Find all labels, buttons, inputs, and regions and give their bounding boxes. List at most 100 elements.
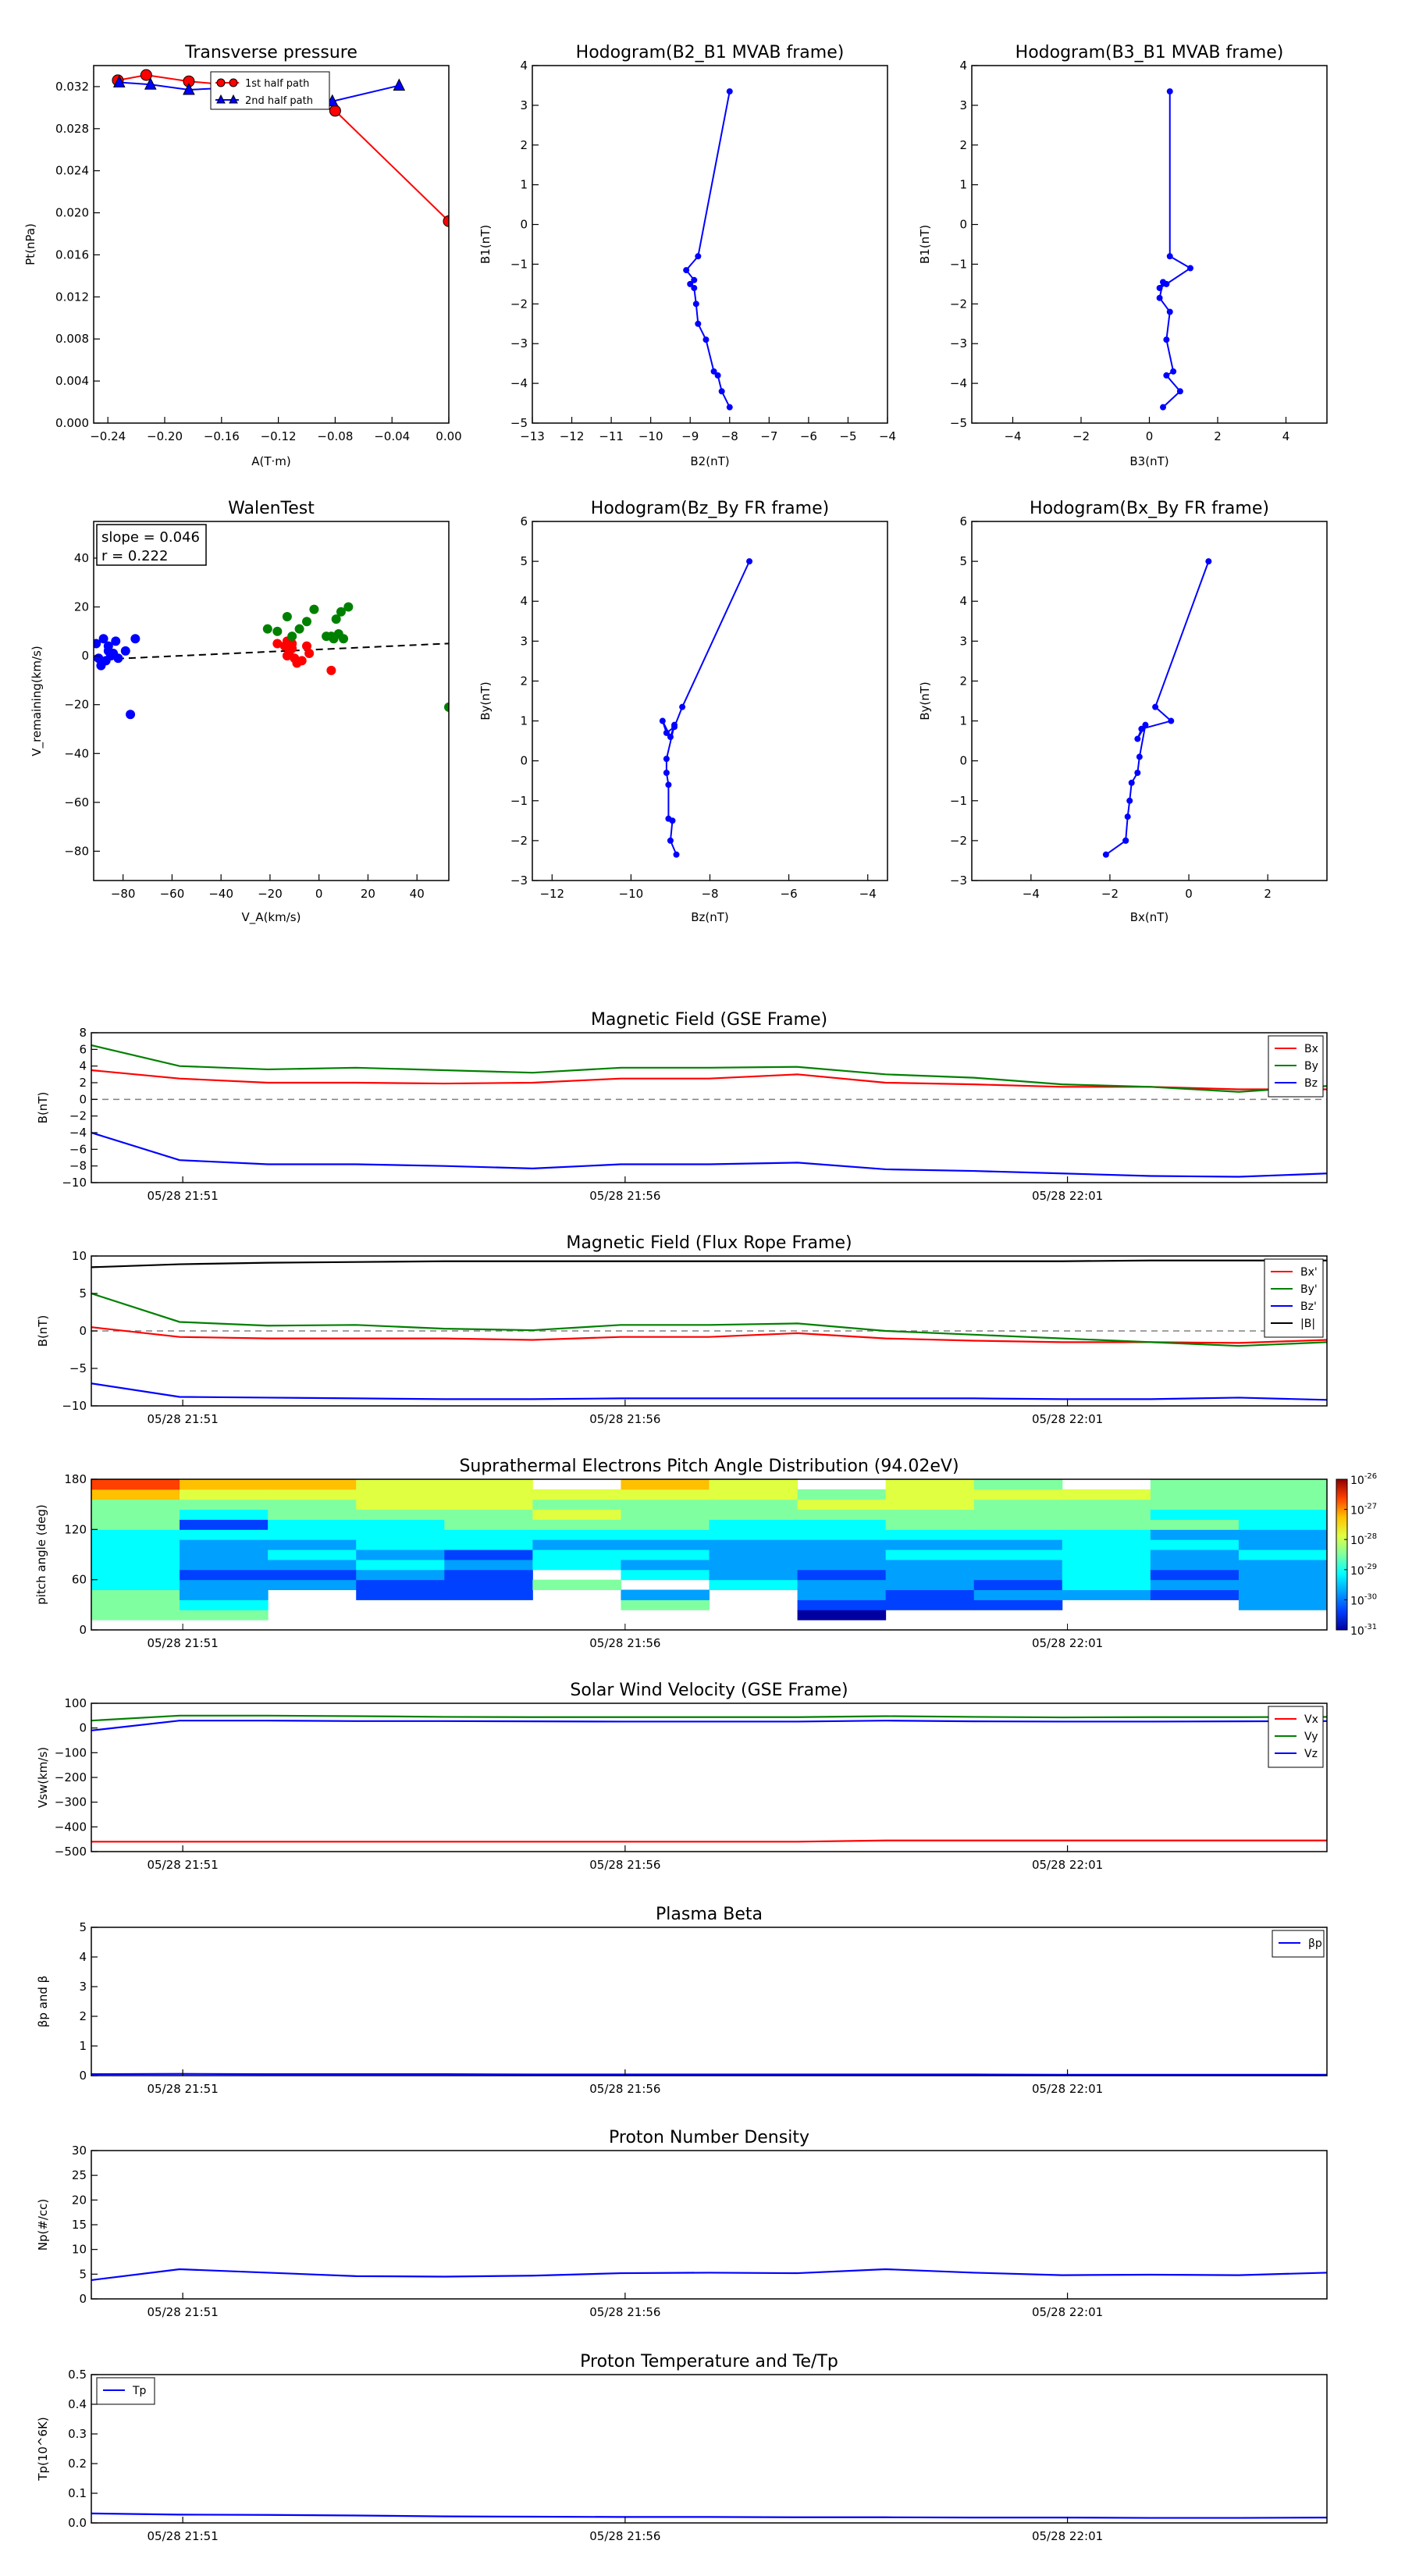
hodogram-b3-b1-xlabel: B3(nT)	[1129, 454, 1168, 468]
pitch-angle-distribution-cell	[444, 1489, 533, 1500]
pitch-angle-distribution-cell	[1062, 1519, 1151, 1530]
proton-temperature-xtick-label: 05/28 22:01	[1032, 2529, 1103, 2543]
magnetic-field-gse-xtick-label: 05/28 21:56	[589, 1189, 660, 1203]
magnetic-field-fr-legend-label: Bx'	[1300, 1266, 1318, 1279]
pitch-angle-distribution-cell	[797, 1509, 887, 1520]
proton-number-density-ytick-label: 20	[72, 2193, 87, 2207]
walen-test-point	[326, 632, 336, 642]
pitch-angle-distribution-cell	[709, 1529, 799, 1540]
pitch-angle-distribution-cell	[268, 1509, 357, 1520]
hodogram-b2-b1-point	[683, 267, 690, 274]
magnetic-field-gse-xtick-label: 05/28 21:51	[148, 1189, 219, 1203]
hodogram-bz-by-xtick-label: −8	[701, 887, 718, 901]
pitch-angle-distribution-cell	[91, 1550, 180, 1560]
pitch-angle-distribution-cell	[444, 1539, 533, 1550]
colorbar-base: 10	[1350, 1565, 1364, 1578]
hodogram-b2-b1-ytick-label: −1	[510, 257, 528, 271]
pitch-angle-distribution-cell	[91, 1479, 180, 1490]
pitch-angle-distribution-cell	[444, 1479, 533, 1490]
hodogram-bx-by-ytick-label: 0	[959, 754, 967, 768]
walen-test-xtick-label: −40	[208, 887, 233, 901]
walen-test-point	[326, 665, 336, 675]
hodogram-b3-b1-xtick-label: 0	[1146, 429, 1154, 443]
hodogram-b3-b1-point	[1163, 372, 1170, 379]
hodogram-bx-by-ytick-label: 2	[959, 674, 967, 688]
magnetic-field-gse-ylabel: B(nT)	[36, 1092, 50, 1124]
hodogram-bz-by-plot-area	[659, 558, 753, 858]
proton-temperature-plot-area	[91, 2512, 1327, 2519]
pitch-angle-distribution-cell	[532, 1509, 621, 1520]
magnetic-field-fr-ytick-label: 0	[79, 1324, 87, 1338]
pitch-angle-distribution-cell	[709, 1489, 799, 1500]
hodogram-b3-b1-ytick-label: 2	[959, 138, 967, 152]
hodogram-b3-b1-ytick-label: −3	[950, 336, 967, 350]
pitch-angle-distribution-cell	[1062, 1550, 1151, 1560]
magnetic-field-fr-ytick-label: −10	[62, 1399, 87, 1413]
walen-test-xtick-label: −60	[160, 887, 185, 901]
hodogram-bz-by-title: Hodogram(Bz_By FR frame)	[591, 499, 829, 518]
magnetic-field-gse-chart: Magnetic Field (GSE Frame) −10 −8 −6 −4 −2 0 2 4…	[36, 1010, 1328, 1203]
solar-wind-velocity-ytick-label: −300	[55, 1795, 87, 1809]
hodogram-b3-b1-ytick-label: 3	[959, 98, 967, 112]
hodogram-b3-b1-ytick-label: −5	[950, 416, 967, 430]
pitch-angle-distribution-cell	[91, 1519, 180, 1530]
pitch-angle-distribution-cell	[356, 1539, 445, 1550]
pitch-angle-distribution-cell	[1238, 1539, 1328, 1550]
hodogram-b2-b1-ytick-label: 1	[520, 178, 528, 192]
hodogram-b3-b1-point	[1176, 388, 1183, 395]
hodogram-b3-b1-point	[1160, 279, 1166, 286]
proton-number-density-xtick-label: 05/28 22:01	[1032, 2305, 1103, 2319]
walen-test-xtick-label: −80	[111, 887, 136, 901]
hodogram-b2-b1-xtick-label: −8	[721, 429, 738, 443]
hodogram-bz-by-ytick-label: −3	[510, 873, 528, 888]
proton-number-density-ytick-label: 30	[72, 2144, 87, 2158]
magnetic-field-fr-series-line	[91, 1259, 1327, 1268]
pitch-angle-distribution-cell	[621, 1519, 710, 1530]
hodogram-b3-b1-point	[1166, 88, 1173, 95]
pitch-angle-distribution-cell	[1150, 1479, 1240, 1490]
pitch-angle-distribution-cell	[532, 1519, 621, 1530]
hodogram-b2-b1-ylabel: B1(nT)	[478, 225, 493, 264]
plasma-beta-title: Plasma Beta	[656, 1905, 763, 1924]
hodogram-b2-b1-xtick-label: −5	[839, 429, 856, 443]
pitch-angle-distribution-ytick-label: 180	[64, 1472, 87, 1486]
walen-test-ytick-label: 40	[74, 551, 89, 565]
hodogram-b2-b1-xtick-label: −9	[681, 429, 699, 443]
magnetic-field-gse-ytick-label: −10	[62, 1176, 87, 1190]
pitch-angle-distribution-cell	[356, 1489, 445, 1500]
pitch-angle-distribution-cell	[91, 1559, 180, 1571]
transverse-pressure-chart: Transverse pressure −0.24 −0.20 −0.16 −0.12 −…	[23, 43, 462, 468]
pitch-angle-distribution-cell	[709, 1579, 799, 1591]
pitch-angle-distribution-cell	[621, 1589, 710, 1600]
transverse-pressure-legend-marker	[216, 78, 226, 87]
pitch-angle-distribution-colorbar	[1336, 1478, 1348, 1631]
proton-number-density-title: Proton Number Density	[609, 2128, 809, 2147]
plasma-beta-chart: Plasma Beta 0 1 2 3 4 5 05/28 21:51 05/28 21:56 0…	[36, 1905, 1328, 2096]
pitch-angle-distribution-cell	[91, 1509, 180, 1520]
walen-test-ytick-label: 20	[74, 600, 89, 614]
hodogram-b3-b1-point	[1156, 284, 1163, 291]
hodogram-bx-by-chart: Hodogram(Bx_By FR frame) −4 −2 0 2 −3 −2 −1 0 1 2 3…	[918, 499, 1328, 924]
pitch-angle-distribution-cell	[1238, 1519, 1328, 1530]
solar-wind-velocity-ylabel: Vsw(km/s)	[36, 1747, 50, 1808]
walen-test-xtick-label: 40	[410, 887, 425, 901]
pitch-angle-distribution-cell	[885, 1479, 975, 1490]
pitch-angle-distribution-cell	[91, 1599, 180, 1610]
magnetic-field-gse-frame	[91, 1032, 1328, 1183]
walen-test-title: WalenTest	[228, 499, 315, 518]
hodogram-b3-b1-ytick-label: 4	[959, 59, 967, 73]
magnetic-field-fr-legend-label: |B|	[1300, 1318, 1315, 1330]
figure-canvas: Transverse pressure −0.24 −0.20 −0.16 −0.12 −…	[23, 43, 1377, 2543]
hodogram-b2-b1-ytick-label: 2	[520, 138, 528, 152]
pitch-angle-distribution-cell	[797, 1579, 887, 1591]
hodogram-bx-by-xtick-label: 0	[1185, 887, 1193, 901]
pitch-angle-distribution-cell	[621, 1569, 710, 1581]
hodogram-bx-by-xtick-label: 2	[1264, 887, 1272, 901]
magnetic-field-gse-ytick-label: −6	[69, 1142, 87, 1156]
pitch-angle-distribution-cell	[797, 1539, 887, 1550]
pitch-angle-distribution-xtick-label: 05/28 22:01	[1032, 1636, 1103, 1650]
hodogram-b2-b1-point	[695, 320, 702, 327]
hodogram-b2-b1-ytick-label: −4	[510, 376, 528, 390]
plasma-beta-legend-label: βp	[1308, 1937, 1322, 1950]
transverse-pressure-frame	[93, 65, 450, 424]
